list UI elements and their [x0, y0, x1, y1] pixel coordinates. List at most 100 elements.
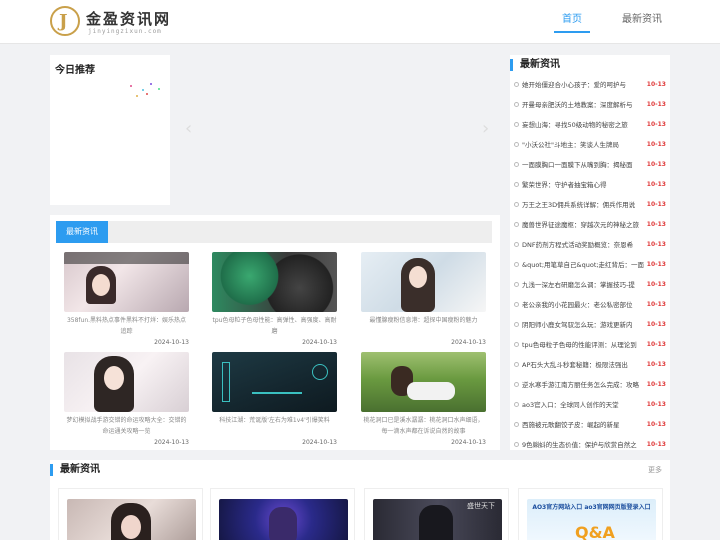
bullet-circle-icon: [514, 142, 519, 147]
confetti-decoration: [150, 83, 152, 85]
sidebar-news-title[interactable]: 万王之王3D佣兵系统详解：佣兵作用说: [522, 199, 646, 211]
news-card-caption[interactable]: 梦幻模拟战手游交错的命运攻略大全：交错的命运通关攻略一览: [64, 415, 189, 437]
sidebar-news-item[interactable]: 妄想山海：寻找50级动物的秘密之旅 10-13: [514, 117, 666, 137]
bullet-circle-icon: [514, 282, 519, 287]
sidebar-news-title[interactable]: AP石头大乱斗秒套秘籍：极限法强出: [522, 359, 646, 371]
sidebar-news-date: 10-13: [646, 221, 666, 228]
sidebar-news-item[interactable]: ao3官入口：全球同人创作的天堂 10-13: [514, 397, 666, 417]
news-card-caption[interactable]: 桃花洞口已是溪水潺潺：桃花洞口水声细语，每一滴水声都在诉说自然的故事: [361, 415, 486, 437]
nav-latest-news[interactable]: 最新资讯: [614, 0, 670, 44]
sidebar-news-date: 10-13: [646, 141, 666, 148]
news-card-caption[interactable]: tpu色母粒子色母性能：高弹性、高强度、高耐磨: [212, 315, 337, 337]
sidebar-news-item[interactable]: DNF药剂方程式活动奖励概览：奈恩希 10-13: [514, 237, 666, 257]
sidebar-news-title[interactable]: 繁荣世界：守护者抽宝箱心得: [522, 179, 646, 191]
news-card-caption[interactable]: 科技江湖：荒诞版'左右为难1v4'引爆笑料: [212, 415, 337, 437]
news-card-date: 2024-10-13: [302, 339, 337, 346]
news-card[interactable]: 科技江湖：荒诞版'左右为难1v4'引爆笑料 2024-10-13: [212, 352, 337, 446]
tab-latest-news[interactable]: 最新资讯: [56, 221, 108, 243]
sidebar-news-title[interactable]: ao3官入口：全球同人创作的天堂: [522, 399, 646, 411]
sidebar-news-title[interactable]: 老公亲我的小花园最火：老公私密部位: [522, 299, 646, 311]
more-link[interactable]: 更多: [648, 465, 662, 475]
latest-news-panel: 最新资讯 358fun.黑料热点事件黑料不打烊：娱乐热点追踪 2024-10-1…: [50, 215, 500, 450]
news-card[interactable]: tpu色母粒子色母性能：高弹性、高强度、高耐磨 2024-10-13: [212, 252, 337, 346]
sidebar-news-item[interactable]: tpu色母粒子色母的性能评测：从理论到 10-13: [514, 337, 666, 357]
sidebar-news-item[interactable]: 万王之王3D佣兵系统详解：佣兵作用说 10-13: [514, 197, 666, 217]
news-card[interactable]: 最懂腺瘦粉信息港：超探中国瘦粉的魅力 2024-10-13: [361, 252, 486, 346]
news-card-image[interactable]: [64, 352, 189, 412]
sidebar-news-item[interactable]: 9色蝌蚪的生态价值：保护与欣赏自然之 10-13: [514, 437, 666, 457]
sidebar-news-item[interactable]: 逆水寒手游江南方丽任务怎么完成：攻略 10-13: [514, 377, 666, 397]
bottom-card-image[interactable]: AO3官方网站入口 ao3官网网页版登录入口 Q&A: [527, 499, 656, 540]
bottom-card-image[interactable]: 盛世天下: [373, 499, 502, 540]
sidebar-news-title[interactable]: 西施被元歌翻饺子皮：崛起的新星: [522, 419, 646, 431]
sidebar-news-title[interactable]: DNF药剂方程式活动奖励概览：奈恩希: [522, 239, 646, 251]
sidebar-news-date: 10-13: [646, 121, 666, 128]
bullet-circle-icon: [514, 302, 519, 307]
news-card-image[interactable]: [361, 352, 486, 412]
sidebar-news-item[interactable]: 老公亲我的小花园最火：老公私密部位 10-13: [514, 297, 666, 317]
today-recommend-title: 今日推荐: [55, 65, 95, 76]
news-card-date: 2024-10-13: [154, 439, 189, 446]
image-figure: [419, 505, 453, 540]
news-card-caption[interactable]: 358fun.黑料热点事件黑料不打烊：娱乐热点追踪: [64, 315, 189, 337]
sidebar-news-item[interactable]: 她开始僵迎合小心孩子：爱的呵护与 10-13: [514, 77, 666, 97]
site-logo[interactable]: J 金盈资讯网 jinyingzixun.com: [50, 6, 180, 38]
confetti-decoration: [142, 89, 144, 91]
news-card-image[interactable]: [212, 252, 337, 312]
sidebar-news-title[interactable]: tpu色母粒子色母的性能评测：从理论到: [522, 339, 646, 351]
site-header: J 金盈资讯网 jinyingzixun.com 首页 最新资讯: [0, 0, 720, 44]
sidebar-news-item[interactable]: 九浅一深左右研磨怎么调：掌握技巧-提 10-13: [514, 277, 666, 297]
sidebar-news-title[interactable]: 9色蝌蚪的生态价值：保护与欣赏自然之: [522, 439, 646, 451]
sidebar-news-item[interactable]: 一面膜胸口一面膜下从嘴到胸：揭秘面 10-13: [514, 157, 666, 177]
sidebar-news-title[interactable]: 一面膜胸口一面膜下从嘴到胸：揭秘面: [522, 159, 646, 171]
bottom-news-card[interactable]: 盛世天下: [364, 488, 509, 540]
sidebar-news-title[interactable]: 妄想山海：寻找50级动物的秘密之旅: [522, 119, 646, 131]
image-banner: [64, 252, 189, 264]
sidebar-news-item[interactable]: 西施被元歌翻饺子皮：崛起的新星 10-13: [514, 417, 666, 437]
bottom-card-image[interactable]: [219, 499, 348, 540]
bottom-news-card[interactable]: AO3官方网站入口 ao3官网网页版登录入口 Q&A: [518, 488, 663, 540]
bullet-circle-icon: [514, 182, 519, 187]
bullet-circle-icon: [514, 262, 519, 267]
sidebar-news-item[interactable]: "小沃公社"斗地主：笑谈人生牌局 10-13: [514, 137, 666, 157]
carousel-next-icon[interactable]: ›: [482, 118, 489, 139]
sidebar-news-item[interactable]: AP石头大乱斗秒套秘籍：极限法强出 10-13: [514, 357, 666, 377]
news-card-caption[interactable]: 最懂腺瘦粉信息港：超探中国瘦粉的魅力: [361, 315, 486, 337]
bottom-news-card[interactable]: [58, 488, 203, 540]
sidebar-news-date: 10-13: [646, 301, 666, 308]
image-hud: [252, 392, 302, 394]
news-card-image[interactable]: [212, 352, 337, 412]
bullet-circle-icon: [514, 82, 519, 87]
sidebar-news-title[interactable]: "小沃公社"斗地主：笑谈人生牌局: [522, 139, 646, 151]
bottom-news-card[interactable]: [210, 488, 355, 540]
news-card[interactable]: 桃花洞口已是溪水潺潺：桃花洞口水声细语，每一滴水声都在诉说自然的故事 2024-…: [361, 352, 486, 446]
news-card[interactable]: 358fun.黑料热点事件黑料不打烊：娱乐热点追踪 2024-10-13: [64, 252, 189, 346]
sidebar-news-title[interactable]: 她开始僵迎合小心孩子：爱的呵护与: [522, 79, 646, 91]
sidebar-news-item[interactable]: 繁荣世界：守护者抽宝箱心得 10-13: [514, 177, 666, 197]
news-card-image[interactable]: [64, 252, 189, 312]
image-figure: [269, 507, 297, 540]
news-tab-strip: 最新资讯: [56, 221, 492, 243]
sidebar-news-date: 10-13: [646, 101, 666, 108]
sidebar-news-item[interactable]: 阴阳师小鹿女驾驭怎么玩：游戏更新内 10-13: [514, 317, 666, 337]
sidebar-news-title[interactable]: &quot;用笔草自己&quot;走红背后：一面: [522, 259, 646, 271]
image-logo-text: 盛世天下: [467, 502, 495, 510]
nav-home[interactable]: 首页: [554, 0, 590, 33]
carousel-prev-icon[interactable]: ‹: [185, 118, 192, 139]
news-card-image[interactable]: [361, 252, 486, 312]
sidebar-news-title[interactable]: 魔兽世界征途魔枢：穿越次元的神秘之旅: [522, 219, 646, 231]
sidebar-news-title[interactable]: 阴阳师小鹿女驾驭怎么玩：游戏更新内: [522, 319, 646, 331]
bottom-card-image[interactable]: [67, 499, 196, 540]
logo-subtitle: jinyingzixun.com: [88, 28, 162, 35]
bullet-circle-icon: [514, 322, 519, 327]
bullet-circle-icon: [514, 422, 519, 427]
sidebar-news-title[interactable]: 九浅一深左右研磨怎么调：掌握技巧-提: [522, 279, 646, 291]
sidebar-news-date: 10-13: [646, 201, 666, 208]
sidebar-news-title[interactable]: 开曼母亲肥沃的土地教案：深度解析与: [522, 99, 646, 111]
logo-mark-icon: J: [50, 6, 80, 36]
sidebar-news-item[interactable]: 魔兽世界征途魔枢：穿越次元的神秘之旅 10-13: [514, 217, 666, 237]
news-card[interactable]: 梦幻模拟战手游交错的命运攻略大全：交错的命运通关攻略一览 2024-10-13: [64, 352, 189, 446]
sidebar-news-title[interactable]: 逆水寒手游江南方丽任务怎么完成：攻略: [522, 379, 646, 391]
sidebar-news-item[interactable]: &quot;用笔草自己&quot;走红背后：一面 10-13: [514, 257, 666, 277]
sidebar-news-item[interactable]: 开曼母亲肥沃的土地教案：深度解析与 10-13: [514, 97, 666, 117]
